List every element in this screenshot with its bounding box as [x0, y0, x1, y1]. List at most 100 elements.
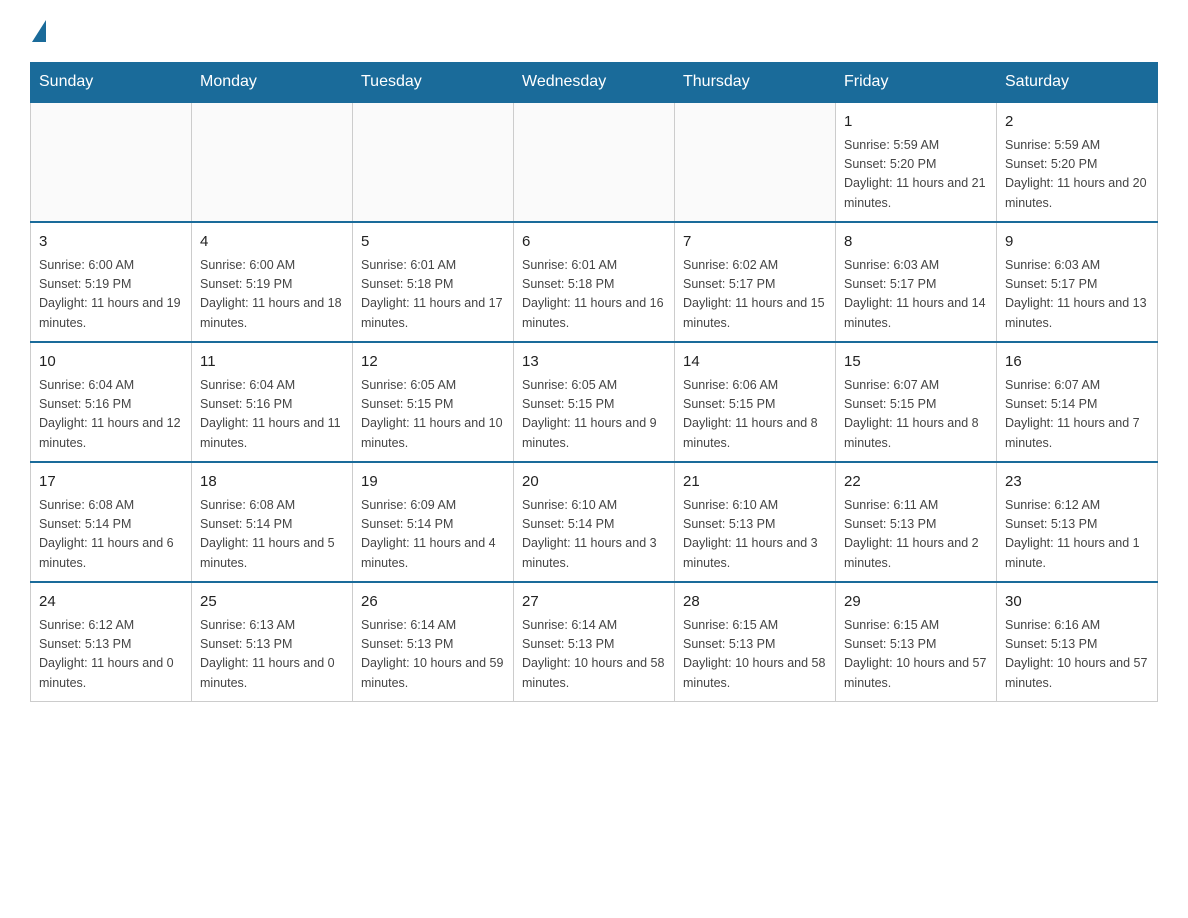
- calendar-cell: 18Sunrise: 6:08 AMSunset: 5:14 PMDayligh…: [192, 462, 353, 582]
- calendar-cell: [192, 102, 353, 222]
- day-number: 8: [844, 231, 988, 254]
- calendar-cell: 19Sunrise: 6:09 AMSunset: 5:14 PMDayligh…: [353, 462, 514, 582]
- calendar-cell: 16Sunrise: 6:07 AMSunset: 5:14 PMDayligh…: [997, 342, 1158, 462]
- day-info: Sunrise: 5:59 AMSunset: 5:20 PMDaylight:…: [1005, 136, 1149, 214]
- calendar-cell: 26Sunrise: 6:14 AMSunset: 5:13 PMDayligh…: [353, 582, 514, 702]
- calendar-cell: 8Sunrise: 6:03 AMSunset: 5:17 PMDaylight…: [836, 222, 997, 342]
- day-number: 22: [844, 471, 988, 494]
- calendar-cell: 9Sunrise: 6:03 AMSunset: 5:17 PMDaylight…: [997, 222, 1158, 342]
- day-info: Sunrise: 6:14 AMSunset: 5:13 PMDaylight:…: [361, 616, 505, 694]
- day-number: 15: [844, 351, 988, 374]
- calendar-cell: 27Sunrise: 6:14 AMSunset: 5:13 PMDayligh…: [514, 582, 675, 702]
- day-info: Sunrise: 6:16 AMSunset: 5:13 PMDaylight:…: [1005, 616, 1149, 694]
- day-number: 1: [844, 111, 988, 134]
- calendar-cell: 20Sunrise: 6:10 AMSunset: 5:14 PMDayligh…: [514, 462, 675, 582]
- day-info: Sunrise: 6:04 AMSunset: 5:16 PMDaylight:…: [39, 376, 183, 454]
- day-info: Sunrise: 6:10 AMSunset: 5:14 PMDaylight:…: [522, 496, 666, 574]
- day-info: Sunrise: 6:05 AMSunset: 5:15 PMDaylight:…: [361, 376, 505, 454]
- calendar-cell: 25Sunrise: 6:13 AMSunset: 5:13 PMDayligh…: [192, 582, 353, 702]
- calendar-cell: 24Sunrise: 6:12 AMSunset: 5:13 PMDayligh…: [31, 582, 192, 702]
- day-number: 20: [522, 471, 666, 494]
- day-number: 26: [361, 591, 505, 614]
- calendar-cell: 11Sunrise: 6:04 AMSunset: 5:16 PMDayligh…: [192, 342, 353, 462]
- day-info: Sunrise: 6:00 AMSunset: 5:19 PMDaylight:…: [200, 256, 344, 334]
- day-info: Sunrise: 6:13 AMSunset: 5:13 PMDaylight:…: [200, 616, 344, 694]
- calendar-cell: 30Sunrise: 6:16 AMSunset: 5:13 PMDayligh…: [997, 582, 1158, 702]
- day-number: 21: [683, 471, 827, 494]
- day-number: 28: [683, 591, 827, 614]
- calendar-cell: 29Sunrise: 6:15 AMSunset: 5:13 PMDayligh…: [836, 582, 997, 702]
- day-info: Sunrise: 6:05 AMSunset: 5:15 PMDaylight:…: [522, 376, 666, 454]
- day-number: 16: [1005, 351, 1149, 374]
- calendar-week-4: 17Sunrise: 6:08 AMSunset: 5:14 PMDayligh…: [31, 462, 1158, 582]
- day-info: Sunrise: 6:12 AMSunset: 5:13 PMDaylight:…: [1005, 496, 1149, 574]
- day-info: Sunrise: 6:11 AMSunset: 5:13 PMDaylight:…: [844, 496, 988, 574]
- calendar-week-2: 3Sunrise: 6:00 AMSunset: 5:19 PMDaylight…: [31, 222, 1158, 342]
- day-number: 23: [1005, 471, 1149, 494]
- calendar-cell: 4Sunrise: 6:00 AMSunset: 5:19 PMDaylight…: [192, 222, 353, 342]
- day-number: 4: [200, 231, 344, 254]
- day-number: 5: [361, 231, 505, 254]
- day-info: Sunrise: 6:04 AMSunset: 5:16 PMDaylight:…: [200, 376, 344, 454]
- day-info: Sunrise: 6:07 AMSunset: 5:15 PMDaylight:…: [844, 376, 988, 454]
- day-number: 19: [361, 471, 505, 494]
- day-number: 7: [683, 231, 827, 254]
- calendar-cell: 21Sunrise: 6:10 AMSunset: 5:13 PMDayligh…: [675, 462, 836, 582]
- weekday-header-friday: Friday: [836, 63, 997, 103]
- calendar-cell: 5Sunrise: 6:01 AMSunset: 5:18 PMDaylight…: [353, 222, 514, 342]
- day-info: Sunrise: 6:12 AMSunset: 5:13 PMDaylight:…: [39, 616, 183, 694]
- day-number: 3: [39, 231, 183, 254]
- calendar-cell: 3Sunrise: 6:00 AMSunset: 5:19 PMDaylight…: [31, 222, 192, 342]
- calendar-cell: 23Sunrise: 6:12 AMSunset: 5:13 PMDayligh…: [997, 462, 1158, 582]
- day-number: 25: [200, 591, 344, 614]
- day-number: 18: [200, 471, 344, 494]
- calendar-cell: 17Sunrise: 6:08 AMSunset: 5:14 PMDayligh…: [31, 462, 192, 582]
- weekday-header-wednesday: Wednesday: [514, 63, 675, 103]
- calendar-cell: 12Sunrise: 6:05 AMSunset: 5:15 PMDayligh…: [353, 342, 514, 462]
- logo: [30, 20, 46, 42]
- day-info: Sunrise: 6:02 AMSunset: 5:17 PMDaylight:…: [683, 256, 827, 334]
- day-info: Sunrise: 6:01 AMSunset: 5:18 PMDaylight:…: [361, 256, 505, 334]
- logo-triangle-icon: [32, 20, 46, 42]
- day-number: 6: [522, 231, 666, 254]
- calendar-cell: [353, 102, 514, 222]
- day-info: Sunrise: 6:01 AMSunset: 5:18 PMDaylight:…: [522, 256, 666, 334]
- day-info: Sunrise: 6:03 AMSunset: 5:17 PMDaylight:…: [1005, 256, 1149, 334]
- day-info: Sunrise: 6:15 AMSunset: 5:13 PMDaylight:…: [683, 616, 827, 694]
- calendar-cell: [675, 102, 836, 222]
- calendar-cell: 13Sunrise: 6:05 AMSunset: 5:15 PMDayligh…: [514, 342, 675, 462]
- calendar-cell: 7Sunrise: 6:02 AMSunset: 5:17 PMDaylight…: [675, 222, 836, 342]
- day-info: Sunrise: 6:09 AMSunset: 5:14 PMDaylight:…: [361, 496, 505, 574]
- calendar-cell: 22Sunrise: 6:11 AMSunset: 5:13 PMDayligh…: [836, 462, 997, 582]
- calendar-table: SundayMondayTuesdayWednesdayThursdayFrid…: [30, 62, 1158, 702]
- calendar-week-1: 1Sunrise: 5:59 AMSunset: 5:20 PMDaylight…: [31, 102, 1158, 222]
- day-info: Sunrise: 6:03 AMSunset: 5:17 PMDaylight:…: [844, 256, 988, 334]
- weekday-header-sunday: Sunday: [31, 63, 192, 103]
- day-number: 17: [39, 471, 183, 494]
- day-number: 2: [1005, 111, 1149, 134]
- day-info: Sunrise: 6:06 AMSunset: 5:15 PMDaylight:…: [683, 376, 827, 454]
- calendar-header-row: SundayMondayTuesdayWednesdayThursdayFrid…: [31, 63, 1158, 103]
- calendar-cell: 6Sunrise: 6:01 AMSunset: 5:18 PMDaylight…: [514, 222, 675, 342]
- weekday-header-monday: Monday: [192, 63, 353, 103]
- day-info: Sunrise: 6:08 AMSunset: 5:14 PMDaylight:…: [200, 496, 344, 574]
- day-number: 24: [39, 591, 183, 614]
- calendar-cell: 14Sunrise: 6:06 AMSunset: 5:15 PMDayligh…: [675, 342, 836, 462]
- page-header: [30, 20, 1158, 42]
- calendar-week-3: 10Sunrise: 6:04 AMSunset: 5:16 PMDayligh…: [31, 342, 1158, 462]
- day-number: 14: [683, 351, 827, 374]
- calendar-cell: 2Sunrise: 5:59 AMSunset: 5:20 PMDaylight…: [997, 102, 1158, 222]
- day-info: Sunrise: 6:10 AMSunset: 5:13 PMDaylight:…: [683, 496, 827, 574]
- calendar-week-5: 24Sunrise: 6:12 AMSunset: 5:13 PMDayligh…: [31, 582, 1158, 702]
- weekday-header-saturday: Saturday: [997, 63, 1158, 103]
- day-number: 9: [1005, 231, 1149, 254]
- calendar-cell: [31, 102, 192, 222]
- day-number: 13: [522, 351, 666, 374]
- calendar-cell: 10Sunrise: 6:04 AMSunset: 5:16 PMDayligh…: [31, 342, 192, 462]
- calendar-cell: [514, 102, 675, 222]
- day-info: Sunrise: 5:59 AMSunset: 5:20 PMDaylight:…: [844, 136, 988, 214]
- day-number: 27: [522, 591, 666, 614]
- day-info: Sunrise: 6:08 AMSunset: 5:14 PMDaylight:…: [39, 496, 183, 574]
- day-info: Sunrise: 6:15 AMSunset: 5:13 PMDaylight:…: [844, 616, 988, 694]
- day-info: Sunrise: 6:00 AMSunset: 5:19 PMDaylight:…: [39, 256, 183, 334]
